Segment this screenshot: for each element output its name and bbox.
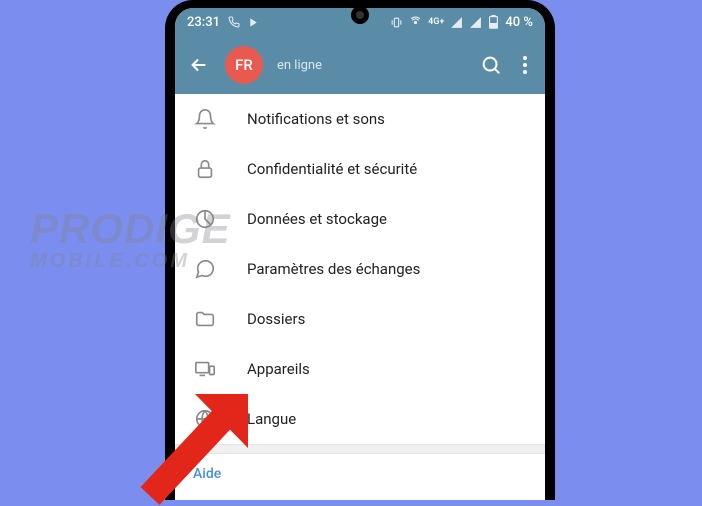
settings-item-privacy[interactable]: Confidentialité et sécurité <box>175 144 545 194</box>
settings-item-data[interactable]: Données et stockage <box>175 194 545 244</box>
settings-list: Notifications et sons Confidentialité et… <box>175 94 545 500</box>
camera-notch <box>351 6 369 24</box>
pie-icon <box>193 207 217 231</box>
settings-item-devices[interactable]: Appareils <box>175 344 545 394</box>
signal-icon <box>450 16 463 29</box>
screen: 23:31 4G+ <box>175 8 545 500</box>
bell-icon <box>193 107 217 131</box>
lock-icon <box>193 157 217 181</box>
folder-icon <box>193 307 217 331</box>
avatar-initials: FR <box>235 56 253 74</box>
avatar[interactable]: FR <box>225 46 263 84</box>
settings-label: Dossiers <box>247 310 305 328</box>
battery-text: 40 % <box>505 15 533 30</box>
settings-label: Notifications et sons <box>247 110 385 128</box>
network-label: 4G+ <box>428 17 444 27</box>
vibrate-icon <box>390 16 403 29</box>
settings-label: Paramètres des échanges <box>247 260 420 278</box>
settings-item-folders[interactable]: Dossiers <box>175 294 545 344</box>
back-button[interactable] <box>187 53 211 77</box>
section-divider <box>175 444 545 454</box>
search-button[interactable] <box>479 53 503 77</box>
play-store-icon <box>248 17 259 28</box>
more-button[interactable] <box>517 53 533 77</box>
online-status: en ligne <box>277 58 465 73</box>
signal-icon-2 <box>469 16 482 29</box>
phone-frame: 23:31 4G+ <box>165 0 555 500</box>
status-time: 23:31 <box>187 15 220 30</box>
settings-item-notifications[interactable]: Notifications et sons <box>175 94 545 144</box>
settings-label: Confidentialité et sécurité <box>247 160 417 178</box>
settings-item-language[interactable]: Langue <box>175 394 545 444</box>
globe-icon <box>193 407 217 431</box>
chat-icon <box>193 257 217 281</box>
phone-status-icon <box>228 16 240 28</box>
devices-icon <box>193 357 217 381</box>
settings-label: Langue <box>247 410 296 428</box>
settings-label: Données et stockage <box>247 210 387 228</box>
settings-label: Appareils <box>247 360 310 378</box>
section-header-help: Aide <box>175 454 545 486</box>
app-bar: FR en ligne <box>175 36 545 94</box>
battery-icon <box>488 15 499 29</box>
hotspot-icon <box>409 16 422 29</box>
settings-item-chat[interactable]: Paramètres des échanges <box>175 244 545 294</box>
settings-item-question[interactable]: Poser une question <box>175 486 545 500</box>
